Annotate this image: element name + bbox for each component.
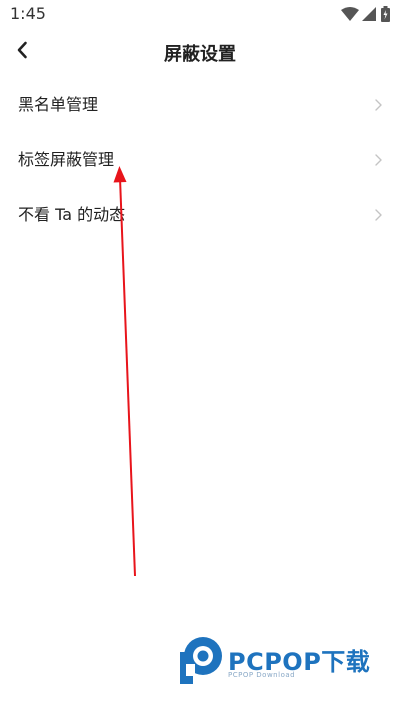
status-icons	[341, 5, 390, 23]
pcpop-logo-icon	[178, 634, 224, 688]
menu-item-hide-posts[interactable]: 不看 Ta 的动态	[0, 186, 400, 241]
chevron-right-icon	[375, 151, 382, 170]
battery-icon	[381, 6, 390, 22]
wifi-icon	[341, 7, 359, 21]
status-time: 1:45	[10, 4, 46, 23]
status-bar: 1:45	[0, 0, 400, 28]
watermark: PCPOP下载 PCPOP Download	[178, 634, 388, 690]
settings-menu: 黑名单管理 标签屏蔽管理 不看 Ta 的动态	[0, 76, 400, 241]
nav-bar: 屏蔽设置	[0, 28, 400, 76]
menu-item-tag-block[interactable]: 标签屏蔽管理	[0, 131, 400, 186]
cellular-signal-icon	[362, 7, 376, 21]
menu-item-blacklist[interactable]: 黑名单管理	[0, 76, 400, 131]
chevron-right-icon	[375, 96, 382, 115]
menu-item-label: 不看 Ta 的动态	[18, 205, 126, 224]
menu-item-label: 标签屏蔽管理	[18, 150, 115, 169]
page-title: 屏蔽设置	[164, 44, 236, 65]
chevron-right-icon	[375, 206, 382, 225]
menu-item-label: 黑名单管理	[18, 95, 99, 114]
watermark-subtitle: PCPOP Download	[228, 671, 296, 679]
